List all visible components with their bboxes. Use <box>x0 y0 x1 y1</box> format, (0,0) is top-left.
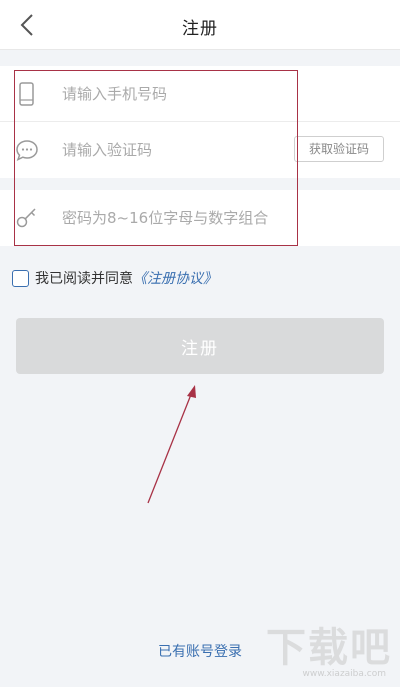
key-icon <box>14 204 40 232</box>
agreement-row: 我已阅读并同意 《注册协议》 <box>12 268 217 288</box>
get-code-button[interactable]: 获取验证码 <box>294 136 384 162</box>
password-input[interactable] <box>62 206 362 230</box>
register-button[interactable]: 注册 <box>16 318 384 374</box>
page-title: 注册 <box>182 19 218 39</box>
nav-bar: 注册 <box>0 0 400 50</box>
password-row <box>0 190 400 246</box>
agreement-link[interactable]: 《注册协议》 <box>133 268 217 288</box>
verification-code-input[interactable] <box>62 138 282 162</box>
password-card <box>0 190 400 246</box>
phone-input[interactable] <box>62 82 282 106</box>
agreement-text: 我已阅读并同意 <box>35 271 133 287</box>
watermark-logo: 下载吧 <box>266 625 392 671</box>
chat-bubble-icon <box>14 136 40 164</box>
phone-row <box>0 66 400 122</box>
watermark-url: www.xiazaiba.com <box>302 669 386 679</box>
agreement-checkbox[interactable] <box>12 269 29 287</box>
phone-icon <box>14 80 40 108</box>
form-card: 获取验证码 <box>0 66 400 178</box>
